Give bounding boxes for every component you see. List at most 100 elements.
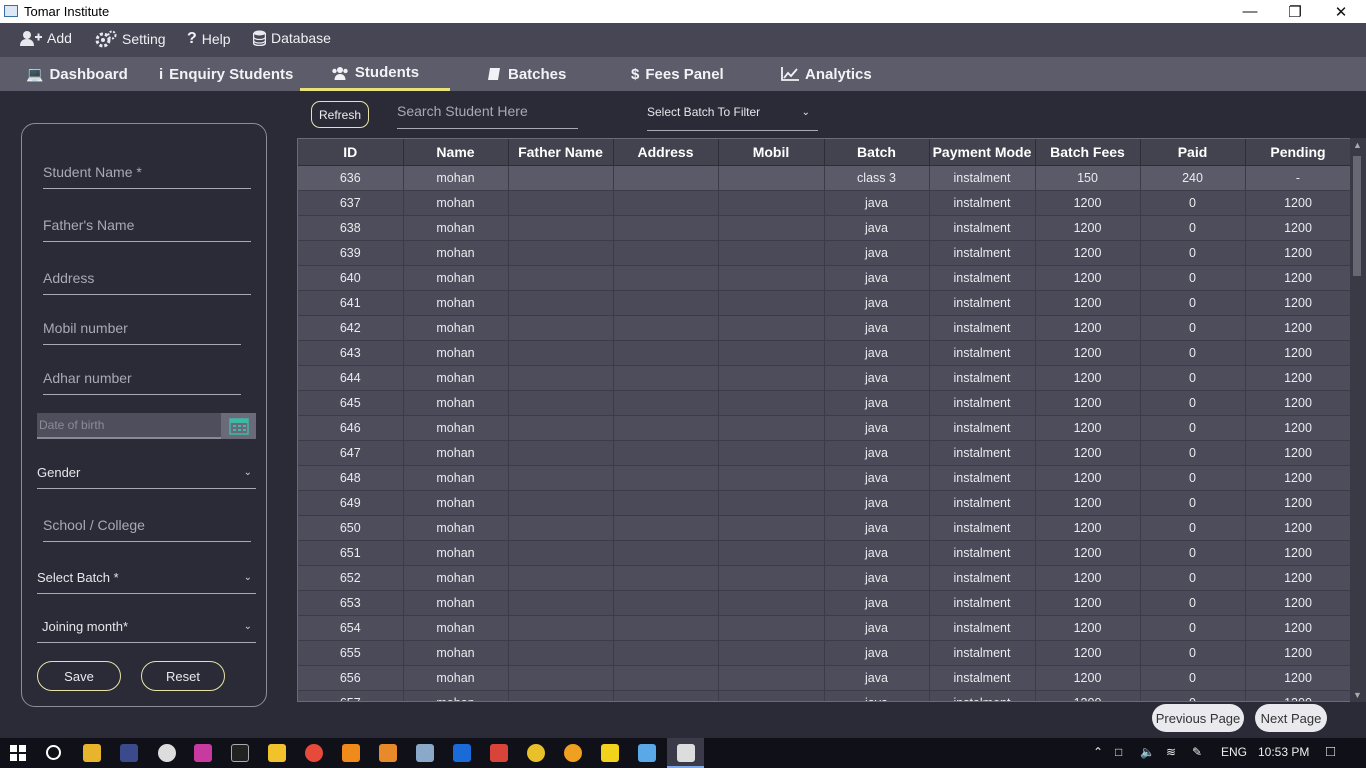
scroll-up-icon[interactable]: ▲ (1353, 140, 1362, 150)
table-cell[interactable]: mohan (403, 665, 509, 691)
table-cell[interactable]: mohan (403, 290, 509, 316)
table-cell[interactable] (718, 690, 825, 701)
table-cell[interactable]: 647 (298, 440, 404, 466)
table-cell[interactable]: 0 (1140, 340, 1246, 366)
table-cell[interactable]: mohan (403, 365, 509, 391)
windows-start-icon[interactable] (10, 745, 26, 761)
table-cell[interactable]: java (824, 340, 930, 366)
table-cell[interactable]: 0 (1140, 490, 1246, 516)
batch-filter-select[interactable]: Select Batch To Filter ⌄ (647, 105, 818, 131)
table-cell[interactable]: - (1245, 165, 1352, 191)
search-circle-icon[interactable] (46, 745, 61, 760)
table-cell[interactable]: 1200 (1245, 265, 1352, 291)
cmd-icon[interactable] (231, 744, 249, 762)
terminal-icon[interactable] (120, 744, 138, 762)
table-cell[interactable] (508, 365, 614, 391)
table-cell[interactable]: 1200 (1245, 640, 1352, 666)
tab-students[interactable]: Students (300, 57, 450, 91)
restore-button[interactable]: ❐ (1272, 0, 1318, 23)
table-cell[interactable] (613, 390, 719, 416)
table-cell[interactable]: 1200 (1035, 690, 1141, 701)
table-cell[interactable]: 0 (1140, 440, 1246, 466)
table-cell[interactable] (508, 465, 614, 491)
column-header[interactable]: Address (613, 139, 719, 166)
java-app-task[interactable] (667, 738, 704, 768)
table-cell[interactable] (508, 240, 614, 266)
notifications-icon[interactable]: □ (1326, 743, 1335, 760)
table-cell[interactable]: 0 (1140, 240, 1246, 266)
table-cell[interactable] (718, 215, 825, 241)
table-cell[interactable]: mohan (403, 515, 509, 541)
table-row[interactable]: 638 mohan java instalment 1200 0 1200 (298, 215, 1352, 241)
table-cell[interactable]: 0 (1140, 190, 1246, 216)
table-cell[interactable] (508, 690, 614, 701)
table-cell[interactable] (718, 365, 825, 391)
table-cell[interactable]: java (824, 565, 930, 591)
table-cell[interactable]: 1200 (1245, 390, 1352, 416)
table-row[interactable]: 637 mohan java instalment 1200 0 1200 (298, 190, 1352, 216)
scrollbar-thumb[interactable] (1353, 156, 1361, 276)
table-cell[interactable]: 0 (1140, 290, 1246, 316)
table-cell[interactable] (613, 465, 719, 491)
table-cell[interactable]: 650 (298, 515, 404, 541)
table-cell[interactable]: java (824, 440, 930, 466)
table-cell[interactable]: 1200 (1245, 365, 1352, 391)
table-cell[interactable]: mohan (403, 540, 509, 566)
table-cell[interactable] (613, 365, 719, 391)
table-row[interactable]: 653 mohan java instalment 1200 0 1200 (298, 590, 1352, 616)
table-cell[interactable]: 0 (1140, 515, 1246, 541)
table-cell[interactable] (613, 215, 719, 241)
table-cell[interactable]: class 3 (824, 165, 930, 191)
table-cell[interactable]: java (824, 240, 930, 266)
table-cell[interactable]: mohan (403, 615, 509, 641)
table-row[interactable]: 650 mohan java instalment 1200 0 1200 (298, 515, 1352, 541)
menu-help[interactable]: ? Help (187, 30, 231, 48)
previous-page-button[interactable]: Previous Page (1152, 704, 1244, 732)
paint-icon[interactable] (194, 744, 212, 762)
table-row[interactable]: 641 mohan java instalment 1200 0 1200 (298, 290, 1352, 316)
table-cell[interactable]: 0 (1140, 315, 1246, 341)
table-cell[interactable]: instalment (929, 465, 1036, 491)
clock[interactable]: 10:53 PM (1258, 745, 1309, 759)
table-row[interactable]: 651 mohan java instalment 1200 0 1200 (298, 540, 1352, 566)
table-cell[interactable] (508, 265, 614, 291)
table-cell[interactable] (613, 340, 719, 366)
table-cell[interactable]: 1200 (1035, 465, 1141, 491)
table-cell[interactable] (508, 515, 614, 541)
table-cell[interactable]: instalment (929, 365, 1036, 391)
table-cell[interactable]: 150 (1035, 165, 1141, 191)
table-row[interactable]: 654 mohan java instalment 1200 0 1200 (298, 615, 1352, 641)
table-cell[interactable]: 1200 (1245, 690, 1352, 701)
wifi-icon[interactable]: ≋ (1166, 745, 1176, 759)
table-cell[interactable]: java (824, 265, 930, 291)
table-cell[interactable]: mohan (403, 640, 509, 666)
table-cell[interactable]: 1200 (1035, 240, 1141, 266)
table-cell[interactable]: 1200 (1035, 665, 1141, 691)
table-cell[interactable]: 656 (298, 665, 404, 691)
pdf-icon[interactable] (490, 744, 508, 762)
table-cell[interactable]: 649 (298, 490, 404, 516)
table-cell[interactable]: 1200 (1035, 265, 1141, 291)
virtualbox-icon[interactable] (638, 744, 656, 762)
joining-month-select[interactable]: Joining month* ⌄ (37, 619, 256, 643)
table-cell[interactable]: 0 (1140, 415, 1246, 441)
batch-select[interactable]: Select Batch * ⌄ (37, 570, 256, 594)
menu-setting[interactable]: Setting (95, 30, 166, 48)
column-header[interactable]: Payment Mode (929, 139, 1036, 166)
table-cell[interactable] (718, 640, 825, 666)
table-cell[interactable]: 240 (1140, 165, 1246, 191)
table-cell[interactable]: 1200 (1035, 590, 1141, 616)
student-name-field[interactable]: Student Name * (43, 164, 251, 189)
table-cell[interactable] (718, 590, 825, 616)
table-cell[interactable] (613, 515, 719, 541)
adhar-field[interactable]: Adhar number (43, 370, 241, 395)
table-cell[interactable]: 653 (298, 590, 404, 616)
table-cell[interactable] (613, 240, 719, 266)
table-row[interactable]: 640 mohan java instalment 1200 0 1200 (298, 265, 1352, 291)
table-cell[interactable]: mohan (403, 440, 509, 466)
table-cell[interactable]: instalment (929, 215, 1036, 241)
table-cell[interactable]: java (824, 665, 930, 691)
battery-icon[interactable]: □ (1115, 745, 1122, 759)
table-cell[interactable]: instalment (929, 415, 1036, 441)
table-cell[interactable]: 1200 (1035, 640, 1141, 666)
